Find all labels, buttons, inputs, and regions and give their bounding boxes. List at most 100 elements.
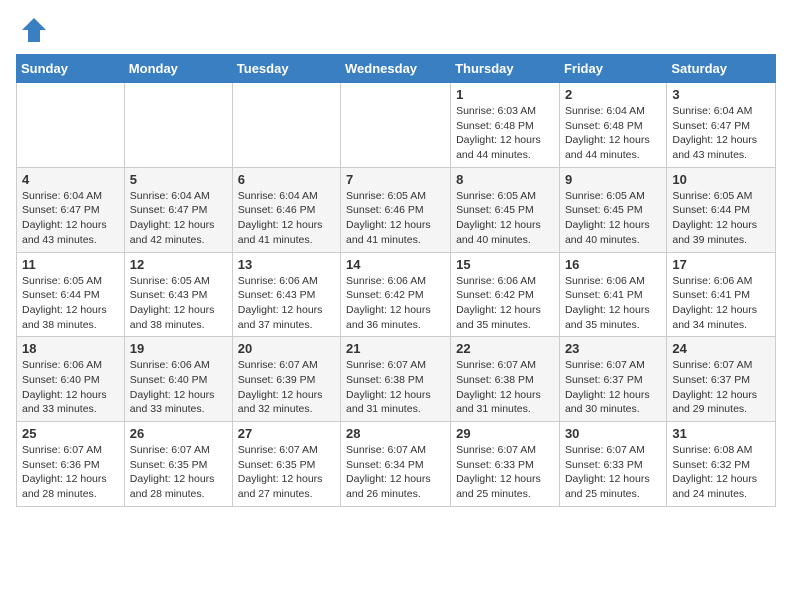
day-number: 24 — [672, 341, 770, 356]
day-number: 8 — [456, 172, 554, 187]
day-cell: 1 Sunrise: 6:03 AMSunset: 6:48 PMDaylight… — [451, 83, 560, 168]
day-cell — [124, 83, 232, 168]
day-cell: 22 Sunrise: 6:07 AMSunset: 6:38 PMDayligh… — [451, 337, 560, 422]
day-info: Sunrise: 6:05 AMSunset: 6:43 PMDaylight:… — [130, 274, 227, 333]
day-number: 26 — [130, 426, 227, 441]
day-number: 20 — [238, 341, 335, 356]
day-info: Sunrise: 6:04 AMSunset: 6:47 PMDaylight:… — [672, 104, 770, 163]
day-number: 6 — [238, 172, 335, 187]
day-info: Sunrise: 6:07 AMSunset: 6:34 PMDaylight:… — [346, 443, 445, 502]
day-number: 16 — [565, 257, 661, 272]
logo — [16, 16, 48, 44]
day-cell: 14 Sunrise: 6:06 AMSunset: 6:42 PMDayligh… — [341, 252, 451, 337]
day-info: Sunrise: 6:03 AMSunset: 6:48 PMDaylight:… — [456, 104, 554, 163]
calendar-header: SundayMondayTuesdayWednesdayThursdayFrid… — [17, 55, 776, 83]
day-number: 1 — [456, 87, 554, 102]
day-cell: 10 Sunrise: 6:05 AMSunset: 6:44 PMDayligh… — [667, 167, 776, 252]
day-cell: 8 Sunrise: 6:05 AMSunset: 6:45 PMDaylight… — [451, 167, 560, 252]
week-row-2: 4 Sunrise: 6:04 AMSunset: 6:47 PMDaylight… — [17, 167, 776, 252]
day-cell: 17 Sunrise: 6:06 AMSunset: 6:41 PMDayligh… — [667, 252, 776, 337]
day-info: Sunrise: 6:06 AMSunset: 6:42 PMDaylight:… — [346, 274, 445, 333]
day-cell: 18 Sunrise: 6:06 AMSunset: 6:40 PMDayligh… — [17, 337, 125, 422]
day-cell: 15 Sunrise: 6:06 AMSunset: 6:42 PMDayligh… — [451, 252, 560, 337]
day-info: Sunrise: 6:07 AMSunset: 6:37 PMDaylight:… — [565, 358, 661, 417]
day-cell: 13Sunrise: 6:06 AMSunset: 6:43 PMDayligh… — [232, 252, 340, 337]
day-cell: 29 Sunrise: 6:07 AMSunset: 6:33 PMDayligh… — [451, 422, 560, 507]
day-info: Sunrise: 6:07 AMSunset: 6:36 PMDaylight:… — [22, 443, 119, 502]
day-info: Sunrise: 6:06 AMSunset: 6:40 PMDaylight:… — [22, 358, 119, 417]
day-number: 15 — [456, 257, 554, 272]
header-monday: Monday — [124, 55, 232, 83]
day-cell: 20Sunrise: 6:07 AMSunset: 6:39 PMDayligh… — [232, 337, 340, 422]
day-number: 27 — [238, 426, 335, 441]
header-saturday: Saturday — [667, 55, 776, 83]
day-info: Sunrise: 6:04 AMSunset: 6:47 PMDaylight:… — [22, 189, 119, 248]
day-cell: 2 Sunrise: 6:04 AMSunset: 6:48 PMDaylight… — [559, 83, 666, 168]
day-number: 25 — [22, 426, 119, 441]
calendar-table: SundayMondayTuesdayWednesdayThursdayFrid… — [16, 54, 776, 507]
day-info: Sunrise: 6:04 AMSunset: 6:48 PMDaylight:… — [565, 104, 661, 163]
day-cell: 16Sunrise: 6:06 AMSunset: 6:41 PMDayligh… — [559, 252, 666, 337]
day-number: 19 — [130, 341, 227, 356]
day-info: Sunrise: 6:05 AMSunset: 6:44 PMDaylight:… — [22, 274, 119, 333]
day-info: Sunrise: 6:06 AMSunset: 6:41 PMDaylight:… — [672, 274, 770, 333]
day-info: Sunrise: 6:06 AMSunset: 6:40 PMDaylight:… — [130, 358, 227, 417]
header-sunday: Sunday — [17, 55, 125, 83]
day-cell: 6 Sunrise: 6:04 AMSunset: 6:46 PMDaylight… — [232, 167, 340, 252]
page-header — [16, 16, 776, 44]
day-info: Sunrise: 6:05 AMSunset: 6:46 PMDaylight:… — [346, 189, 445, 248]
day-number: 31 — [672, 426, 770, 441]
day-number: 18 — [22, 341, 119, 356]
day-cell: 31 Sunrise: 6:08 AMSunset: 6:32 PMDayligh… — [667, 422, 776, 507]
day-number: 14 — [346, 257, 445, 272]
day-number: 7 — [346, 172, 445, 187]
day-info: Sunrise: 6:05 AMSunset: 6:45 PMDaylight:… — [565, 189, 661, 248]
day-cell: 12 Sunrise: 6:05 AMSunset: 6:43 PMDayligh… — [124, 252, 232, 337]
day-cell: 26 Sunrise: 6:07 AMSunset: 6:35 PMDayligh… — [124, 422, 232, 507]
day-info: Sunrise: 6:04 AMSunset: 6:47 PMDaylight:… — [130, 189, 227, 248]
day-cell — [17, 83, 125, 168]
day-info: Sunrise: 6:07 AMSunset: 6:35 PMDaylight:… — [130, 443, 227, 502]
week-row-3: 11 Sunrise: 6:05 AMSunset: 6:44 PMDayligh… — [17, 252, 776, 337]
day-cell: 7 Sunrise: 6:05 AMSunset: 6:46 PMDaylight… — [341, 167, 451, 252]
day-info: Sunrise: 6:05 AMSunset: 6:45 PMDaylight:… — [456, 189, 554, 248]
day-number: 4 — [22, 172, 119, 187]
day-cell: 23 Sunrise: 6:07 AMSunset: 6:37 PMDayligh… — [559, 337, 666, 422]
day-info: Sunrise: 6:07 AMSunset: 6:33 PMDaylight:… — [456, 443, 554, 502]
day-cell: 25 Sunrise: 6:07 AMSunset: 6:36 PMDayligh… — [17, 422, 125, 507]
week-row-4: 18 Sunrise: 6:06 AMSunset: 6:40 PMDayligh… — [17, 337, 776, 422]
day-number: 12 — [130, 257, 227, 272]
day-cell: 5 Sunrise: 6:04 AMSunset: 6:47 PMDaylight… — [124, 167, 232, 252]
day-cell: 3Sunrise: 6:04 AMSunset: 6:47 PMDaylight… — [667, 83, 776, 168]
day-number: 28 — [346, 426, 445, 441]
day-cell: 9 Sunrise: 6:05 AMSunset: 6:45 PMDaylight… — [559, 167, 666, 252]
day-cell — [341, 83, 451, 168]
logo-icon — [20, 16, 48, 44]
day-number: 10 — [672, 172, 770, 187]
day-cell: 27 Sunrise: 6:07 AMSunset: 6:35 PMDayligh… — [232, 422, 340, 507]
day-number: 11 — [22, 257, 119, 272]
day-number: 9 — [565, 172, 661, 187]
day-number: 22 — [456, 341, 554, 356]
day-number: 2 — [565, 87, 661, 102]
day-cell: 30Sunrise: 6:07 AMSunset: 6:33 PMDayligh… — [559, 422, 666, 507]
day-number: 23 — [565, 341, 661, 356]
day-number: 13 — [238, 257, 335, 272]
day-cell: 28 Sunrise: 6:07 AMSunset: 6:34 PMDayligh… — [341, 422, 451, 507]
day-cell — [232, 83, 340, 168]
day-info: Sunrise: 6:07 AMSunset: 6:38 PMDaylight:… — [456, 358, 554, 417]
day-info: Sunrise: 6:06 AMSunset: 6:42 PMDaylight:… — [456, 274, 554, 333]
day-info: Sunrise: 6:07 AMSunset: 6:35 PMDaylight:… — [238, 443, 335, 502]
day-info: Sunrise: 6:04 AMSunset: 6:46 PMDaylight:… — [238, 189, 335, 248]
day-info: Sunrise: 6:05 AMSunset: 6:44 PMDaylight:… — [672, 189, 770, 248]
day-number: 17 — [672, 257, 770, 272]
day-number: 29 — [456, 426, 554, 441]
day-info: Sunrise: 6:08 AMSunset: 6:32 PMDaylight:… — [672, 443, 770, 502]
day-number: 5 — [130, 172, 227, 187]
day-cell: 24 Sunrise: 6:07 AMSunset: 6:37 PMDayligh… — [667, 337, 776, 422]
day-cell: 19 Sunrise: 6:06 AMSunset: 6:40 PMDayligh… — [124, 337, 232, 422]
day-info: Sunrise: 6:07 AMSunset: 6:37 PMDaylight:… — [672, 358, 770, 417]
day-info: Sunrise: 6:07 AMSunset: 6:38 PMDaylight:… — [346, 358, 445, 417]
day-cell: 4 Sunrise: 6:04 AMSunset: 6:47 PMDaylight… — [17, 167, 125, 252]
day-number: 21 — [346, 341, 445, 356]
